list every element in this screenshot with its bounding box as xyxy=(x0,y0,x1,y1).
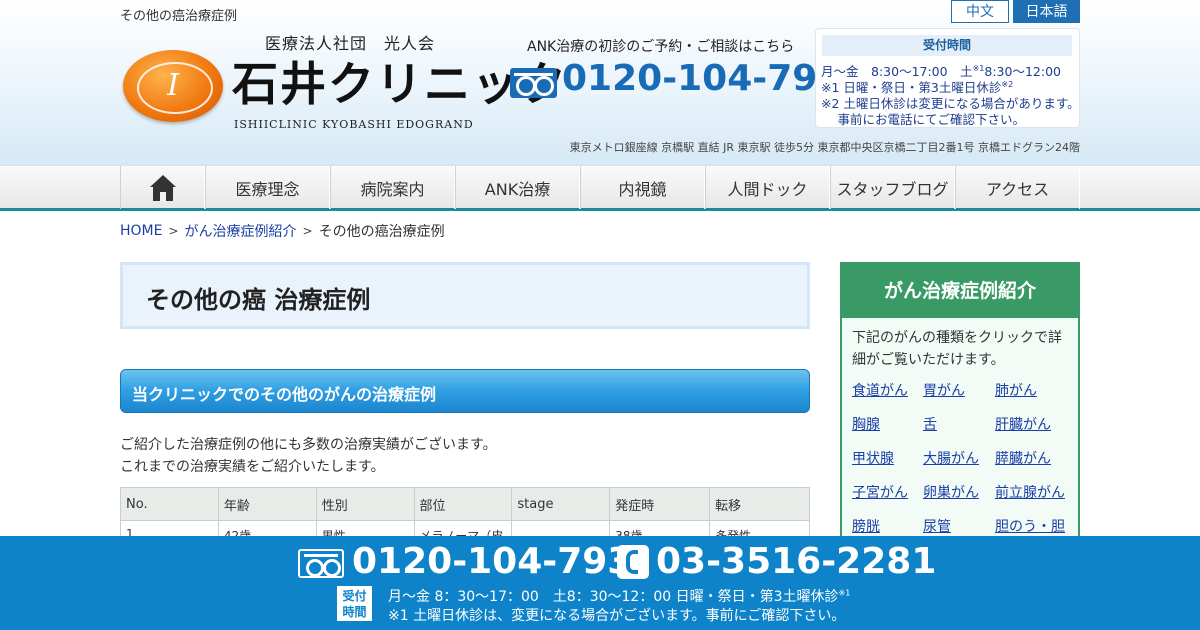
sidebar-link-gallbladder[interactable]: 胆のう・胆 xyxy=(995,516,1065,536)
lang-chinese-button[interactable]: 中文 xyxy=(951,0,1009,23)
breadcrumb-separator-icon: > xyxy=(168,224,179,238)
col-header-onset: 発症時 xyxy=(609,487,711,521)
reception-hours-badge: 受付 時間 xyxy=(337,586,372,621)
nav-home[interactable] xyxy=(120,166,205,209)
reception-hours-title: 受付時間 xyxy=(822,35,1072,56)
clinic-address: 東京メトロ銀座線 京橋駅 直結 JR 東京駅 徒歩5分 東京都中央区京橋二丁目2… xyxy=(569,141,1080,154)
sidebar-link-uterine[interactable]: 子宮がん xyxy=(852,482,908,502)
col-header-metastasis: 転移 xyxy=(709,487,810,521)
contact-bar: 0120-104-793 03-3516-2281 受付 時間 月～金 8：30… xyxy=(0,536,1200,630)
col-header-sex: 性別 xyxy=(315,487,415,521)
breadcrumb: HOME > がん治療症例紹介 > その他の癌治療症例 xyxy=(120,221,445,241)
home-icon xyxy=(149,174,176,201)
sidebar-link-tongue[interactable]: 舌 xyxy=(923,414,937,434)
sidebar-cases-box: がん治療症例紹介 下記のがんの種類をクリックで詳細がご覧いただけます。 食道がん… xyxy=(840,262,1080,542)
breadcrumb-home-link[interactable]: HOME xyxy=(120,223,162,239)
nav-access[interactable]: アクセス xyxy=(955,166,1080,209)
sidebar-link-prostate[interactable]: 前立腺がん xyxy=(995,482,1065,502)
nav-philosophy[interactable]: 医療理念 xyxy=(205,166,330,209)
sidebar-link-lung[interactable]: 肺がん xyxy=(995,380,1037,400)
site-header: その他の癌治療症例 中文 日本語 I 医療法人社団 光人会 石井クリニック IS… xyxy=(0,0,1200,165)
contact-bar-hours-line-2: ※1 土曜日休診は、変更になる場合がございます。事前にご確認下さい。 xyxy=(388,608,846,624)
reservation-text: ANK治療の初診のご予約・ご相談はこちら xyxy=(527,39,795,55)
col-header-site: 部位 xyxy=(413,487,513,521)
hours-line-4: 事前にお電話にてご確認下さい。 xyxy=(821,112,1025,127)
sidebar-link-thyroid[interactable]: 甲状腺 xyxy=(852,448,894,468)
page-title-box: その他の癌 治療症例 xyxy=(120,262,810,329)
table-header-row: No. 年齢 性別 部位 stage 発症時 転移 xyxy=(120,487,810,521)
nav-endoscopy[interactable]: 内視鏡 xyxy=(580,166,705,209)
nav-health-checkup[interactable]: 人間ドック xyxy=(705,166,830,209)
sidebar-link-ovarian[interactable]: 卵巣がん xyxy=(923,482,979,502)
nav-staff-blog[interactable]: スタッフブログ xyxy=(830,166,955,209)
sidebar-link-stomach[interactable]: 胃がん xyxy=(923,380,965,400)
intro-line-1: ご紹介した治療症例の他にも多数の治療実績がございます。 xyxy=(120,437,497,453)
clinic-logo[interactable]: I 医療法人社団 光人会 石井クリニック ISHIICLINIC KYOBASH… xyxy=(120,30,566,135)
phone-icon xyxy=(617,545,649,579)
contact-bar-tel-number[interactable]: 03-3516-2281 xyxy=(656,541,936,582)
section-heading-text: 当クリニックでのその他のがんの治療症例 xyxy=(132,385,437,404)
col-header-stage: stage xyxy=(511,487,611,521)
language-switcher: 中文 日本語 xyxy=(951,0,1080,23)
sidebar-link-esophageal[interactable]: 食道がん xyxy=(852,380,908,400)
col-header-no: No. xyxy=(120,487,219,521)
freedial-icon xyxy=(298,549,344,578)
sidebar-link-bladder[interactable]: 膀胱 xyxy=(852,516,880,536)
nav-ank-therapy[interactable]: ANK治療 xyxy=(455,166,580,209)
contact-bar-hours-line-1: 月～金 8：30～17：00 土8：30～12：00 日曜・祭日・第3土曜休診※… xyxy=(388,588,851,605)
intro-text: ご紹介した治療症例の他にも多数の治療実績がございます。 これまでの治療実績をご紹… xyxy=(120,434,497,478)
sidebar-link-pancreas[interactable]: 膵臓がん xyxy=(995,448,1051,468)
freedial-number[interactable]: 0120-104-793 xyxy=(562,58,842,99)
sidebar-title: がん治療症例紹介 xyxy=(842,264,1078,318)
page-title: その他の癌 治療症例 xyxy=(146,286,371,314)
sidebar-link-liver[interactable]: 肝臓がん xyxy=(995,414,1051,434)
contact-bar-freedial-number[interactable]: 0120-104-793 xyxy=(352,541,632,582)
col-header-age: 年齢 xyxy=(217,487,317,521)
section-heading: 当クリニックでのその他のがんの治療症例 xyxy=(120,369,810,413)
logo-english-name: ISHIICLINIC KYOBASHI EDOGRAND xyxy=(234,118,474,131)
reception-hours-box: 受付時間 月～金 8:30～17:00 土※18:30～12:00 ※1 日曜・… xyxy=(815,28,1080,128)
page-tagline: その他の癌治療症例 xyxy=(120,9,238,24)
intro-line-2: これまでの治療実績をご紹介いたします。 xyxy=(120,459,385,475)
sidebar-link-colon[interactable]: 大腸がん xyxy=(923,448,979,468)
sidebar-link-thymus[interactable]: 胸腺 xyxy=(852,414,880,434)
logo-mark-letter: I xyxy=(167,68,179,103)
breadcrumb-separator-icon: > xyxy=(302,224,313,238)
breadcrumb-parent-link[interactable]: がん治療症例紹介 xyxy=(185,221,297,241)
freedial-icon xyxy=(510,68,557,98)
breadcrumb-current: その他の癌治療症例 xyxy=(318,224,445,240)
sidebar-description: 下記のがんの種類をクリックで詳細がご覧いただけます。 xyxy=(852,330,1062,368)
global-nav: 医療理念 病院案内 ANK治療 内視鏡 人間ドック スタッフブログ アクセス xyxy=(0,165,1200,211)
nav-hospital-guide[interactable]: 病院案内 xyxy=(330,166,455,209)
logo-mark-icon: I xyxy=(123,50,223,122)
lang-japanese-button[interactable]: 日本語 xyxy=(1013,0,1080,23)
sidebar-link-ureter[interactable]: 尿管 xyxy=(923,516,951,536)
